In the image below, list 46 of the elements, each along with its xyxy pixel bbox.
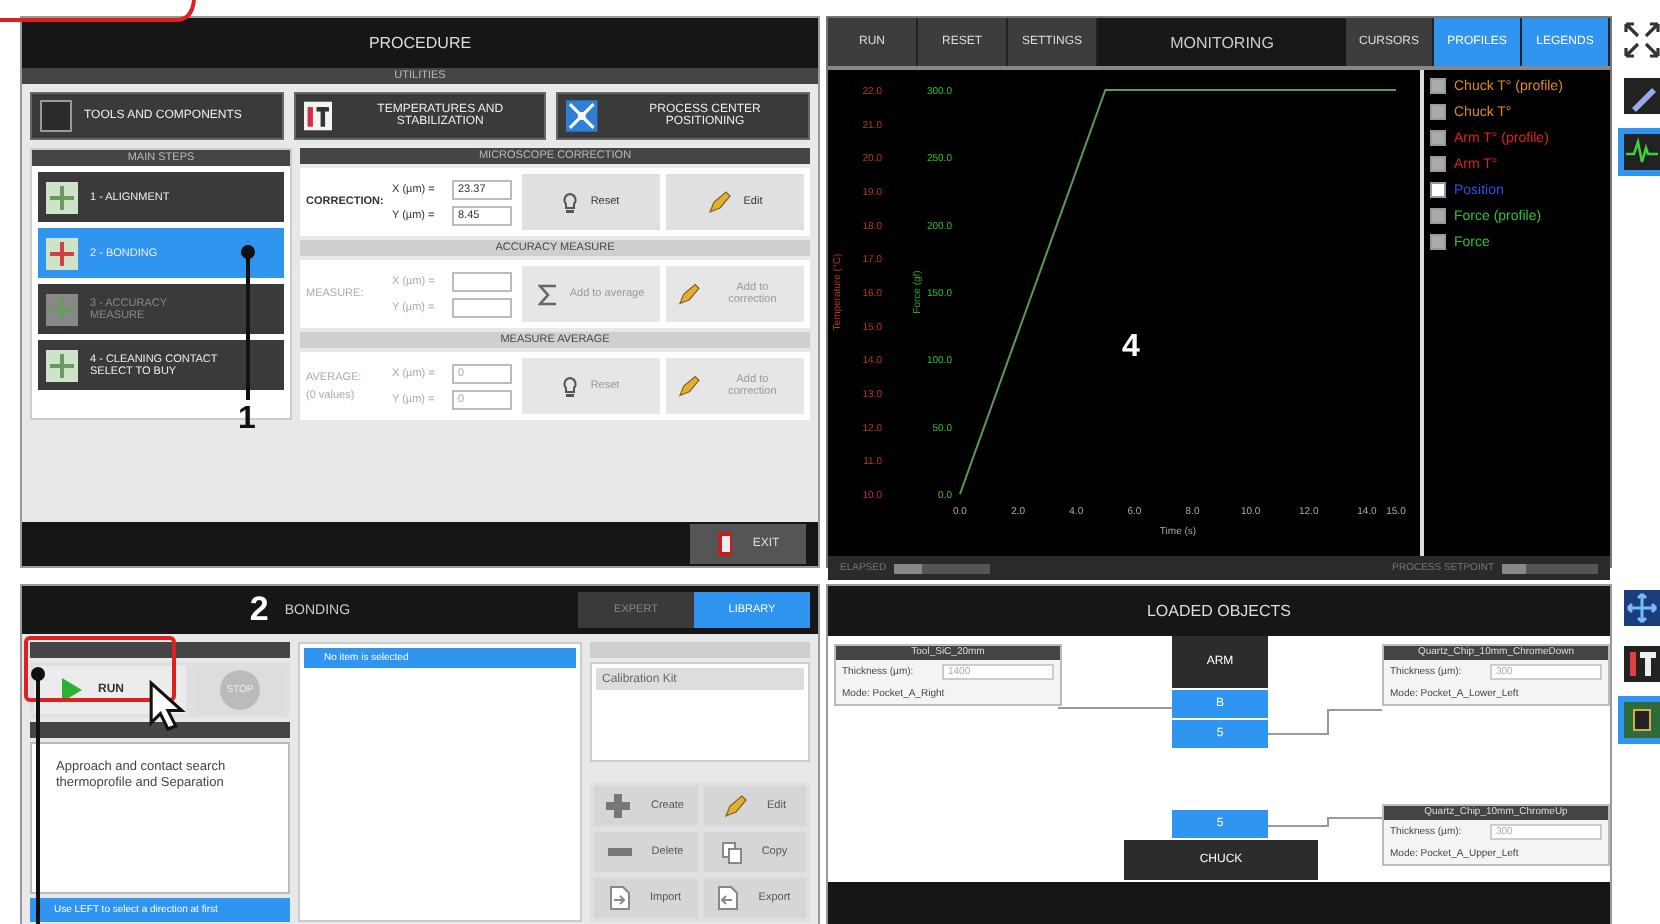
panel-title: PROCEDURE: [22, 18, 818, 68]
crosshair-icon: [566, 100, 599, 132]
pencil-icon: [678, 374, 701, 398]
checkbox[interactable]: [1430, 208, 1446, 224]
checkbox[interactable]: [1430, 104, 1446, 120]
pencil-icon: [723, 794, 747, 818]
progress-bar: [1502, 563, 1598, 573]
checkbox[interactable]: [1430, 182, 1446, 198]
export-icon: [718, 886, 739, 910]
callout-number: 4: [1122, 330, 1140, 366]
door-icon: [716, 532, 737, 556]
step-icon: [46, 237, 78, 269]
progress-bar: [894, 563, 991, 573]
step-icon: [46, 293, 78, 325]
import-icon: [609, 886, 630, 910]
checkbox[interactable]: [1430, 234, 1446, 250]
checkbox[interactable]: [1430, 156, 1446, 172]
pencil-icon: [678, 282, 701, 306]
expand-icon[interactable]: [1624, 22, 1660, 58]
pencil-icon: [707, 190, 732, 214]
callout-number: 2: [249, 590, 269, 630]
connector-line: [1267, 817, 1383, 827]
square-icon: [40, 100, 72, 132]
sum-icon: [537, 283, 558, 305]
step-icon: [46, 349, 78, 381]
bulb-icon: [562, 375, 579, 397]
bulb-icon: [562, 191, 579, 213]
thermometer-icon[interactable]: [1624, 646, 1660, 682]
checkbox[interactable]: [1430, 130, 1446, 146]
chip-icon[interactable]: [1624, 702, 1660, 738]
connector-line: [1057, 707, 1173, 709]
connector-line: [1267, 709, 1383, 735]
cursor-icon: [148, 680, 188, 732]
step-icon: [46, 181, 78, 213]
checkbox[interactable]: [1430, 78, 1446, 94]
play-icon: [62, 678, 82, 702]
plus-icon: [606, 794, 631, 818]
panel-title: MONITORING: [1168, 31, 1276, 55]
probe-icon[interactable]: [1624, 78, 1660, 114]
copy-icon: [721, 841, 742, 863]
thermometer-icon: [303, 100, 332, 132]
callout-number: 1: [238, 402, 256, 438]
minus-icon: [607, 848, 632, 856]
waveform-icon[interactable]: [1624, 134, 1660, 170]
panel-title: LOADED OBJECTS: [828, 586, 1610, 636]
move-icon[interactable]: [1624, 590, 1660, 626]
